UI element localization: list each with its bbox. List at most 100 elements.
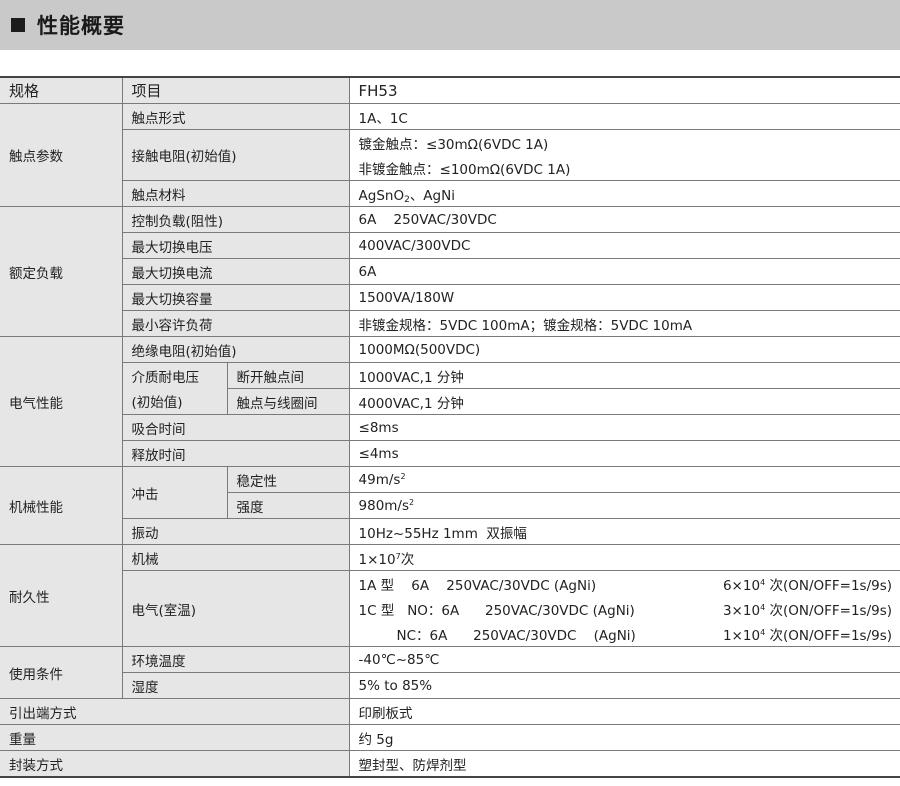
item-value: 400VAC/300VDC [349,232,900,259]
table-row: 最大切换容量 1500VA/180W [0,284,900,311]
item-value: 1A 型 6A 250VAC/30VDC (AgNi) 6×104 次(ON/O… [349,570,900,596]
endurance-line-1a: 1A 型 6A 250VAC/30VDC (AgNi) [358,577,597,594]
square-bullet-icon [11,18,25,32]
item-label: 触点材料 [122,180,350,207]
sub-item-label: 触点与线圈间 [227,388,350,415]
group-endurance: 耐久性 [0,544,123,647]
table-row: 振动 10Hz~55Hz 1mm 双振幅 [0,518,900,545]
item-value: 镀金触点：≤30mΩ(6VDC 1A) [349,129,900,155]
group-rated: 额定负载 [0,206,123,337]
table-row: (初始值) 触点与线圈间 4000VAC,1 分钟 [0,388,900,415]
table-row: 触点参数 触点形式 1A、1C [0,103,900,207]
item-label: 释放时间 [122,440,350,467]
header-model: FH53 [349,76,900,104]
group-usage: 使用条件 [0,646,123,699]
table-row: 最大切换电流 6A [0,258,900,285]
table-row: 吸合时间 ≤8ms [0,414,900,441]
item-value: 印刷板式 [349,698,900,725]
cycles-suffix: 次(ON/OFF=1s/9s) [765,627,893,644]
table-row: 介质耐电压 断开触点间 1000VAC,1 分钟 [0,362,900,389]
table-row: 额定负载 控制负载(阻性) 6A 250VAC/30VDC [0,206,900,337]
material-prefix: AgSnO [358,187,405,204]
sub-item-label: 稳定性 [227,466,350,493]
group-mechanical: 机械性能 [0,466,123,545]
item-value: ≤8ms [349,414,900,441]
unit-exponent: 2 [409,497,415,507]
cycles-prefix: 6×10 [722,577,761,594]
unit-exponent: 2 [400,471,406,481]
item-value: -40℃~85℃ [349,646,900,673]
item-label: 最大切换容量 [122,284,350,311]
table-row: 电气性能 绝缘电阻(初始值) 1000MΩ(500VDC) [0,336,900,467]
table-row: 使用条件 环境温度 -40℃~85℃ [0,646,900,699]
item-label: 控制负载(阻性) [122,206,350,233]
item-value: 塑封型、防焊剂型 [349,750,900,778]
item-value: 1A、1C [349,103,900,130]
item-value: AgSnO2、AgNi [349,180,900,207]
item-label: 环境温度 [122,646,350,673]
item-value: 4000VAC,1 分钟 [349,388,900,415]
item-value: 6A [349,258,900,285]
endurance-line-1c-no: 1C 型 NO：6A 250VAC/30VDC (AgNi) [358,602,635,619]
item-label: 电气(室温) [122,570,350,647]
table-row: 重量 约 5g [0,724,900,751]
item-value: 1500VA/180W [349,284,900,311]
item-value: NC：6A 250VAC/30VDC (AgNi) 1×104 次(ON/OFF… [349,621,900,647]
cycles-prefix: 1×10 [722,627,761,644]
item-label: 湿度 [122,672,350,699]
item-value: 10Hz~55Hz 1mm 双振幅 [349,518,900,545]
endurance-cycles: 3×104 次(ON/OFF=1s/9s) [723,599,892,619]
mech-suffix: 次 [400,551,415,568]
item-value: 1×107次 [349,544,900,571]
item-value: 980m/s2 [349,492,900,519]
spec-table: 规格 项目 FH53 触点参数 触点形式 1A、1C 接触电阻(初始值) 镀金触… [0,76,900,778]
table-row: 触点材料 AgSnO2、AgNi [0,180,900,207]
item-label: 触点形式 [122,103,350,130]
sub-item-label: 强度 [227,492,350,519]
table-row: 引出端方式 印刷板式 [0,698,900,725]
item-label: 振动 [122,518,350,545]
item-label: 封装方式 [0,750,350,778]
item-label: 重量 [0,724,350,751]
table-row: 接触电阻(初始值) 镀金触点：≤30mΩ(6VDC 1A) [0,129,900,181]
item-label: 机械 [122,544,350,571]
table-row: 封装方式 塑封型、防焊剂型 [0,750,900,778]
item-label: 冲击 [122,466,228,519]
group-contact: 触点参数 [0,103,123,207]
endurance-cycles: 1×104 次(ON/OFF=1s/9s) [723,624,892,644]
cycles-prefix: 3×10 [722,602,761,619]
header-item: 项目 [122,76,350,104]
stability-value: 49m/s [358,471,401,488]
item-value: 非镀金触点：≤100mΩ(6VDC 1A) [349,155,900,181]
item-label: 最小容许负荷 [122,310,350,337]
group-electrical: 电气性能 [0,336,123,467]
cycles-suffix: 次(ON/OFF=1s/9s) [765,602,893,619]
item-value: 约 5g [349,724,900,751]
item-value: 6A 250VAC/30VDC [349,206,900,233]
table-header-row: 规格 项目 FH53 [0,76,900,104]
sub-item-label: 断开触点间 [227,362,350,389]
endurance-line-1c-nc: NC：6A 250VAC/30VDC (AgNi) [396,627,636,644]
item-label: 接触电阻(初始值) [122,129,350,181]
item-value: 1000VAC,1 分钟 [349,362,900,389]
item-value: 非镀金规格：5VDC 100mA；镀金规格：5VDC 10mA [349,310,900,337]
item-value: ≤4ms [349,440,900,467]
item-label: 吸合时间 [122,414,350,441]
table-row: 最小容许负荷 非镀金规格：5VDC 100mA；镀金规格：5VDC 10mA [0,310,900,337]
section-header: 性能概要 [0,0,900,50]
table-row: 机械性能 冲击 稳定性 49m/s2 [0,466,900,545]
endurance-cycles: 6×104 次(ON/OFF=1s/9s) [723,574,892,594]
item-value: 1C 型 NO：6A 250VAC/30VDC (AgNi) 3×104 次(O… [349,596,900,621]
item-label: (初始值) [122,388,228,415]
table-row: 电气(室温) 1A 型 6A 250VAC/30VDC (AgNi) 6×104… [0,570,900,647]
table-row: 耐久性 机械 1×107次 [0,544,900,647]
item-label: 最大切换电压 [122,232,350,259]
header-spec: 规格 [0,76,123,104]
item-value: 5% to 85% [349,672,900,699]
item-label: 引出端方式 [0,698,350,725]
section-title: 性能概要 [37,14,125,38]
table-row: 最大切换电压 400VAC/300VDC [0,232,900,259]
item-label: 绝缘电阻(初始值) [122,336,350,363]
table-row: 湿度 5% to 85% [0,672,900,699]
mech-prefix: 1×10 [358,551,396,568]
